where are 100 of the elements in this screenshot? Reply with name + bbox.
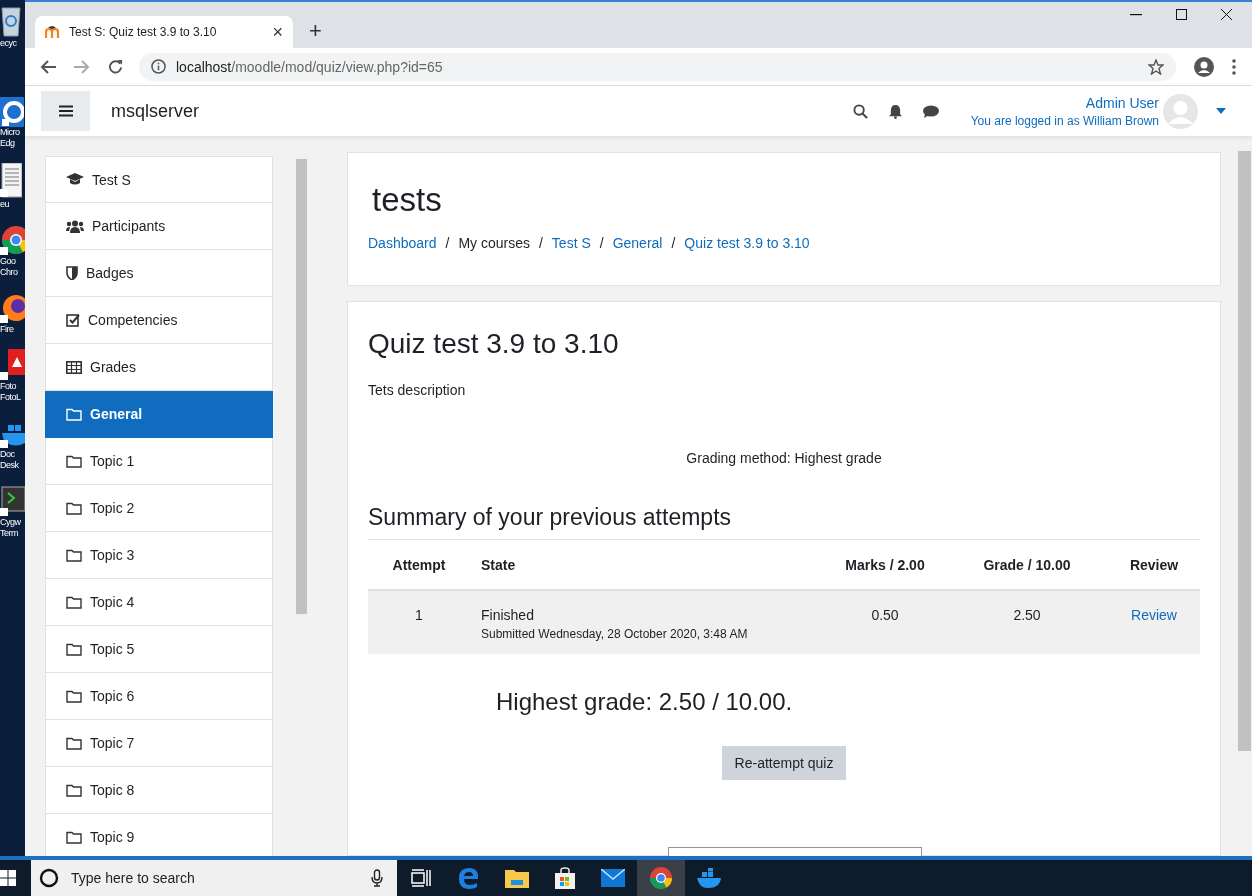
desktop-icon-label: Desk — [0, 460, 19, 471]
browser-icon[interactable] — [458, 867, 480, 889]
recycle-bin-icon[interactable] — [0, 4, 22, 38]
tab-title: Test S: Quiz test 3.9 to 3.10 — [69, 25, 218, 39]
desktop-icon-label: Goo — [0, 256, 16, 267]
folder-icon — [66, 501, 82, 515]
sidebar-item[interactable]: Topic 3 — [45, 532, 273, 579]
table-cell: 1 — [415, 607, 423, 623]
sidebar-item[interactable]: Test S — [45, 156, 273, 203]
breadcrumb-separator: / — [445, 235, 450, 251]
microphone-icon[interactable] — [371, 869, 383, 887]
menu-icon[interactable] — [1232, 58, 1236, 75]
reload-icon[interactable] — [108, 59, 123, 74]
info-icon — [151, 59, 166, 74]
browser-icon[interactable] — [0, 97, 24, 127]
folder-icon — [66, 454, 82, 468]
review-link[interactable]: Review — [1131, 607, 1177, 623]
shield-icon — [66, 266, 78, 280]
table-cell-text: Finished — [481, 607, 535, 623]
folder-icon — [66, 689, 82, 703]
highest-grade-text: Highest grade: 2.50 / 10.00. — [496, 688, 794, 716]
address-bar[interactable]: localhost/moodle/mod/quiz/view.php?id=65 — [139, 52, 1176, 81]
sidebar-item[interactable]: Badges — [45, 250, 273, 297]
folder-icon[interactable] — [505, 868, 529, 888]
checkbox-icon — [66, 313, 80, 327]
moodle-logo-icon — [45, 26, 61, 38]
minimize-icon[interactable] — [1130, 13, 1142, 16]
search-input[interactable]: Type here to search — [69, 869, 361, 887]
close-tab-button[interactable]: × — [272, 21, 283, 43]
browser-tab[interactable]: Test S: Quiz test 3.9 to 3.10 × — [35, 16, 293, 48]
taskbar-search-field[interactable]: Type here to search — [31, 860, 397, 896]
desktop-icon-label: ecyc — [0, 38, 17, 49]
sidebar-item[interactable]: Topic 6 — [45, 673, 273, 720]
table-icon — [66, 360, 82, 374]
desktop-icon-label: Micro — [0, 127, 20, 138]
site-name[interactable]: msqlserver — [111, 100, 199, 122]
menu-button[interactable] — [41, 91, 90, 131]
breadcrumb-separator: / — [538, 235, 543, 251]
quiz-description: Tets description — [368, 382, 467, 398]
close-icon[interactable] — [1221, 9, 1232, 20]
sidebar-item[interactable]: Topic 7 — [45, 720, 273, 767]
account-icon[interactable] — [1194, 56, 1214, 77]
circle-icon — [39, 868, 59, 888]
folder-icon — [66, 642, 82, 656]
photo-app-icon[interactable] — [0, 349, 25, 381]
sidebar-item[interactable]: General — [45, 391, 273, 438]
folder-icon — [66, 595, 82, 609]
envelope-icon[interactable] — [601, 869, 625, 887]
chrome-browser-icon[interactable] — [649, 866, 673, 890]
page-title: tests — [371, 181, 443, 219]
desktop-icon-label: Foto — [0, 381, 16, 392]
document-icon[interactable] — [0, 163, 22, 199]
sidebar-item[interactable]: Grades — [45, 344, 273, 391]
sidebar-item[interactable]: Topic 4 — [45, 579, 273, 626]
grading-method: Grading method: Highest grade — [685, 450, 883, 466]
folder-icon — [66, 736, 82, 750]
desktop-icon-label: Term — [0, 528, 18, 539]
desktop-icon-label: eu — [0, 199, 9, 210]
breadcrumb-link[interactable]: Dashboard — [368, 235, 437, 251]
maximize-icon[interactable] — [1176, 9, 1187, 20]
shopping-bag-icon[interactable] — [554, 867, 576, 889]
submitted-date: Submitted Wednesday, 28 October 2020, 3:48 AM — [481, 627, 749, 641]
summary-heading: Summary of your previous attempts — [368, 504, 733, 531]
breadcrumb-text: My courses — [458, 235, 530, 251]
task-view-icon[interactable] — [411, 869, 431, 887]
reattempt-button[interactable]: Re-attempt quiz — [721, 746, 847, 780]
search-icon[interactable] — [852, 103, 868, 119]
graduation-cap-icon — [66, 173, 84, 186]
menu-icon — [58, 105, 73, 117]
desktop-icon-label: Edg — [0, 138, 15, 149]
back-arrow-icon[interactable] — [40, 59, 56, 74]
sidebar-item[interactable]: Topic 9 — [45, 814, 273, 856]
folder-icon — [66, 407, 82, 421]
windows-logo-icon[interactable] — [0, 870, 16, 886]
bell-icon[interactable] — [888, 103, 902, 119]
breadcrumb-link[interactable]: General — [612, 235, 663, 251]
desktop-icon-label: Cygw — [0, 517, 21, 528]
breadcrumb-separator: / — [599, 235, 604, 251]
sidebar-item[interactable]: Topic 1 — [45, 438, 273, 485]
new-tab-button[interactable]: + — [305, 18, 326, 44]
url-text: localhost/moodle/mod/quiz/view.php?id=65 — [176, 58, 443, 75]
breadcrumb-link[interactable]: Quiz test 3.9 to 3.10 — [684, 235, 810, 251]
folder-icon — [66, 783, 82, 797]
table-cell: 0.50 — [871, 607, 899, 623]
breadcrumb-link[interactable]: Test S — [551, 235, 591, 251]
star-icon[interactable] — [1148, 58, 1164, 75]
desktop-icon-label: Fire — [0, 324, 14, 335]
sidebar-item[interactable]: Participants — [45, 203, 273, 250]
chat-bubble-icon[interactable] — [922, 104, 939, 118]
login-note: You are logged in as William Brown — [970, 113, 1159, 128]
sidebar-item[interactable]: Competencies — [45, 297, 273, 344]
desktop-icon-label: FotoL — [0, 392, 21, 403]
sidebar-item[interactable]: Topic 8 — [45, 767, 273, 814]
folder-icon — [66, 548, 82, 562]
sidebar-item[interactable]: Topic 2 — [45, 485, 273, 532]
terminal-icon[interactable] — [0, 485, 25, 517]
sidebar-item[interactable]: Topic 5 — [45, 626, 273, 673]
caret-icon[interactable] — [1216, 108, 1226, 114]
user-name-link[interactable]: Admin User — [1085, 94, 1159, 111]
table-cell: 2.50 — [1013, 607, 1041, 623]
